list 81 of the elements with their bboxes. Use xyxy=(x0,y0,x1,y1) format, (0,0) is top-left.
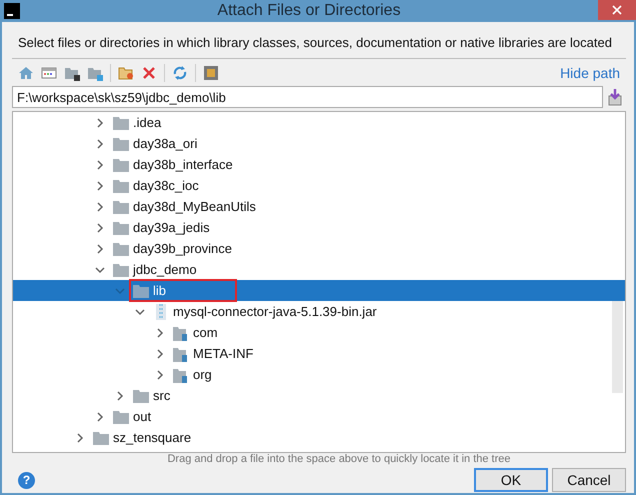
download-icon[interactable] xyxy=(607,88,623,106)
tree-item-label: out xyxy=(133,409,152,424)
chevron-right-icon[interactable] xyxy=(95,118,105,128)
scrollbar[interactable] xyxy=(612,301,623,393)
tree-item-label: lib xyxy=(153,283,166,298)
chevron-right-icon[interactable] xyxy=(95,160,105,170)
chevron-right-icon[interactable] xyxy=(75,432,85,442)
chevron-right-icon[interactable] xyxy=(155,370,165,380)
folder-icon xyxy=(113,242,129,256)
chevron-right-icon[interactable] xyxy=(95,180,105,190)
refresh-icon[interactable] xyxy=(172,64,188,80)
tree-item-label: src xyxy=(153,388,170,403)
folder-icon xyxy=(113,178,129,192)
hide-path-link[interactable]: Hide path xyxy=(560,64,620,80)
folder-icon xyxy=(113,136,129,150)
window-title: Attach Files or Directories xyxy=(216,2,402,20)
tree-row[interactable]: day39a_jedis xyxy=(13,217,625,238)
chevron-right-icon[interactable] xyxy=(155,348,165,358)
zip-file-icon xyxy=(153,304,169,320)
tree-row[interactable]: META-INF xyxy=(13,343,625,364)
hint-text: Drag and drop a file into the space above to quickly locate it in the tree xyxy=(166,453,512,465)
package-icon xyxy=(173,366,189,382)
tree-row[interactable]: day39b_province xyxy=(13,238,625,259)
tree-item-label: META-INF xyxy=(193,346,254,361)
tree-row[interactable]: mysql-connector-java-5.1.39-bin.jar xyxy=(13,301,625,322)
folder-icon xyxy=(93,430,109,444)
new-folder-icon[interactable] xyxy=(118,64,134,80)
chevron-down-icon[interactable] xyxy=(95,264,105,274)
folder-icon xyxy=(113,410,129,424)
tree-item-label: org xyxy=(193,367,212,382)
tree-item-label: day39b_province xyxy=(133,241,232,256)
path-field[interactable]: F:\workspace\sk\sz59\jdbc_demo\lib xyxy=(12,86,603,108)
folder-icon xyxy=(113,116,129,130)
tree-item-label: com xyxy=(193,325,218,340)
tree-item-label: day39a_jedis xyxy=(133,220,210,235)
chevron-right-icon[interactable] xyxy=(95,138,105,148)
tree-item-label: day38d_MyBeanUtils xyxy=(133,199,256,214)
folder-icon xyxy=(133,284,149,298)
chevron-down-icon[interactable] xyxy=(135,306,145,316)
chevron-right-icon[interactable] xyxy=(95,244,105,254)
tree-row[interactable]: day38b_interface xyxy=(13,154,625,175)
tree-row[interactable]: jdbc_demo xyxy=(13,259,625,280)
chevron-right-icon[interactable] xyxy=(95,202,105,212)
tree-row[interactable]: com xyxy=(13,322,625,343)
delete-icon[interactable] xyxy=(141,64,157,80)
tree-row[interactable]: out xyxy=(13,406,625,427)
tree-item-label: day38c_ioc xyxy=(133,178,199,193)
tree-item-label: day38a_ori xyxy=(133,136,198,151)
chevron-right-icon[interactable] xyxy=(155,328,165,338)
package-icon xyxy=(173,324,189,340)
folder-icon xyxy=(133,388,149,402)
tree-row[interactable]: .idea xyxy=(13,112,625,133)
tree-item-label: sz_tensquare xyxy=(113,430,192,445)
tree-item-label: day38b_interface xyxy=(133,157,233,172)
folder-icon xyxy=(113,200,129,214)
tree-row[interactable]: day38d_MyBeanUtils xyxy=(13,196,625,217)
ok-button[interactable]: OK xyxy=(474,468,548,492)
chevron-right-icon[interactable] xyxy=(95,412,105,422)
close-button[interactable] xyxy=(598,0,636,20)
package-icon xyxy=(173,346,189,362)
chevron-right-icon[interactable] xyxy=(95,222,105,232)
tree-item-label: jdbc_demo xyxy=(133,262,197,277)
tree-row[interactable]: day38c_ioc xyxy=(13,175,625,196)
folder-icon xyxy=(113,262,129,276)
help-button[interactable]: ? xyxy=(18,472,35,488)
chip-icon[interactable] xyxy=(203,64,219,80)
cancel-button[interactable]: Cancel xyxy=(552,468,626,492)
folder-icon xyxy=(113,220,129,234)
tree-row[interactable]: sz_tensquare xyxy=(13,427,625,448)
app-logo-icon xyxy=(4,3,20,19)
tree-row[interactable]: org xyxy=(13,364,625,385)
tree-row[interactable]: src xyxy=(13,385,625,406)
close-icon xyxy=(612,5,622,15)
tree-item-label: mysql-connector-java-5.1.39-bin.jar xyxy=(173,304,377,319)
folder-icon xyxy=(113,158,129,172)
tree-item-label: .idea xyxy=(133,115,162,130)
chevron-right-icon[interactable] xyxy=(115,390,125,400)
tree-row[interactable]: day38a_ori xyxy=(13,133,625,154)
description-text: Select files or directories in which library classes, sources, documentation or native libraries are located xyxy=(12,22,626,59)
window-icon[interactable] xyxy=(41,64,57,80)
tree-row[interactable]: lib xyxy=(13,280,625,301)
